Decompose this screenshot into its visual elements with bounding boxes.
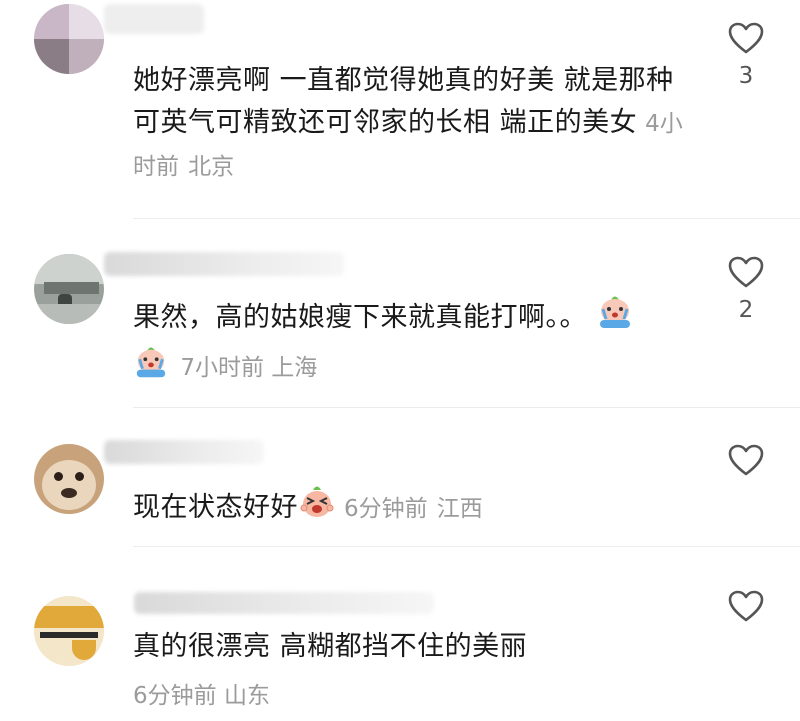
like-button[interactable] (722, 590, 770, 632)
divider (133, 407, 800, 408)
comment-item[interactable]: 她好漂亮啊 一直都觉得她真的好美 就是那种可英气可精致还可邻家的长相 端正的美女… (0, 0, 800, 215)
avatar[interactable] (34, 596, 104, 666)
excited-emoji-icon (298, 484, 336, 535)
username-redacted (104, 4, 204, 34)
comment-text: 她好漂亮啊 一直都觉得她真的好美 就是那种可英气可精致还可邻家的长相 端正的美女 (133, 65, 674, 138)
comment-location: 山东 (223, 683, 270, 709)
comment-item[interactable]: 真的很漂亮 高糊都挡不住的美丽 6分钟前 山东 (0, 556, 800, 721)
avatar[interactable] (34, 444, 104, 514)
comment-time: 6分钟前 (133, 683, 217, 709)
comment-location: 上海 (271, 355, 318, 381)
comment-meta: 7小时前 上海 (133, 345, 317, 390)
heart-outline-icon[interactable] (728, 22, 764, 54)
crying-emoji-icon (596, 294, 634, 345)
like-count: 3 (738, 63, 754, 89)
crying-emoji-icon (133, 345, 169, 390)
comment-text-block: 她好漂亮啊 一直都觉得她真的好美 就是那种可英气可精致还可邻家的长相 端正的美女… (133, 60, 693, 188)
comment-text-block: 真的很漂亮 高糊都挡不住的美丽 (133, 626, 693, 668)
comment-location: 江西 (436, 496, 483, 522)
like-button[interactable] (722, 444, 770, 486)
comment-item[interactable]: 果然，高的姑娘瘦下来就真能打啊。。 7小时前 上海 2 (0, 230, 800, 405)
comment-time: 7小时前 (180, 355, 264, 381)
comment-time: 6分钟前 (344, 496, 428, 522)
username-redacted (104, 440, 264, 464)
comment-text: 真的很漂亮 高糊都挡不住的美丽 (133, 631, 528, 662)
heart-outline-icon[interactable] (728, 590, 764, 622)
comment-location: 北京 (188, 154, 235, 180)
comment-text-block: 现在状态好好 6分钟前 江西 (133, 484, 693, 535)
comment-meta: 6分钟前 山东 (133, 680, 270, 712)
comment-item[interactable]: 现在状态好好 6分钟前 江西 (0, 420, 800, 545)
comment-text: 果然，高的姑娘瘦下来就真能打啊。。 (133, 302, 587, 333)
heart-outline-icon[interactable] (728, 256, 764, 288)
divider (133, 218, 800, 219)
username-redacted (104, 252, 344, 276)
divider (133, 546, 800, 547)
comment-text: 现在状态好好 (133, 492, 298, 523)
heart-outline-icon[interactable] (728, 444, 764, 476)
avatar[interactable] (34, 4, 104, 74)
like-count: 2 (738, 297, 754, 323)
like-button[interactable]: 3 (722, 22, 770, 88)
like-button[interactable]: 2 (722, 256, 770, 322)
avatar[interactable] (34, 254, 104, 324)
comment-text-block: 果然，高的姑娘瘦下来就真能打啊。。 (133, 294, 693, 345)
username-redacted (134, 592, 434, 614)
